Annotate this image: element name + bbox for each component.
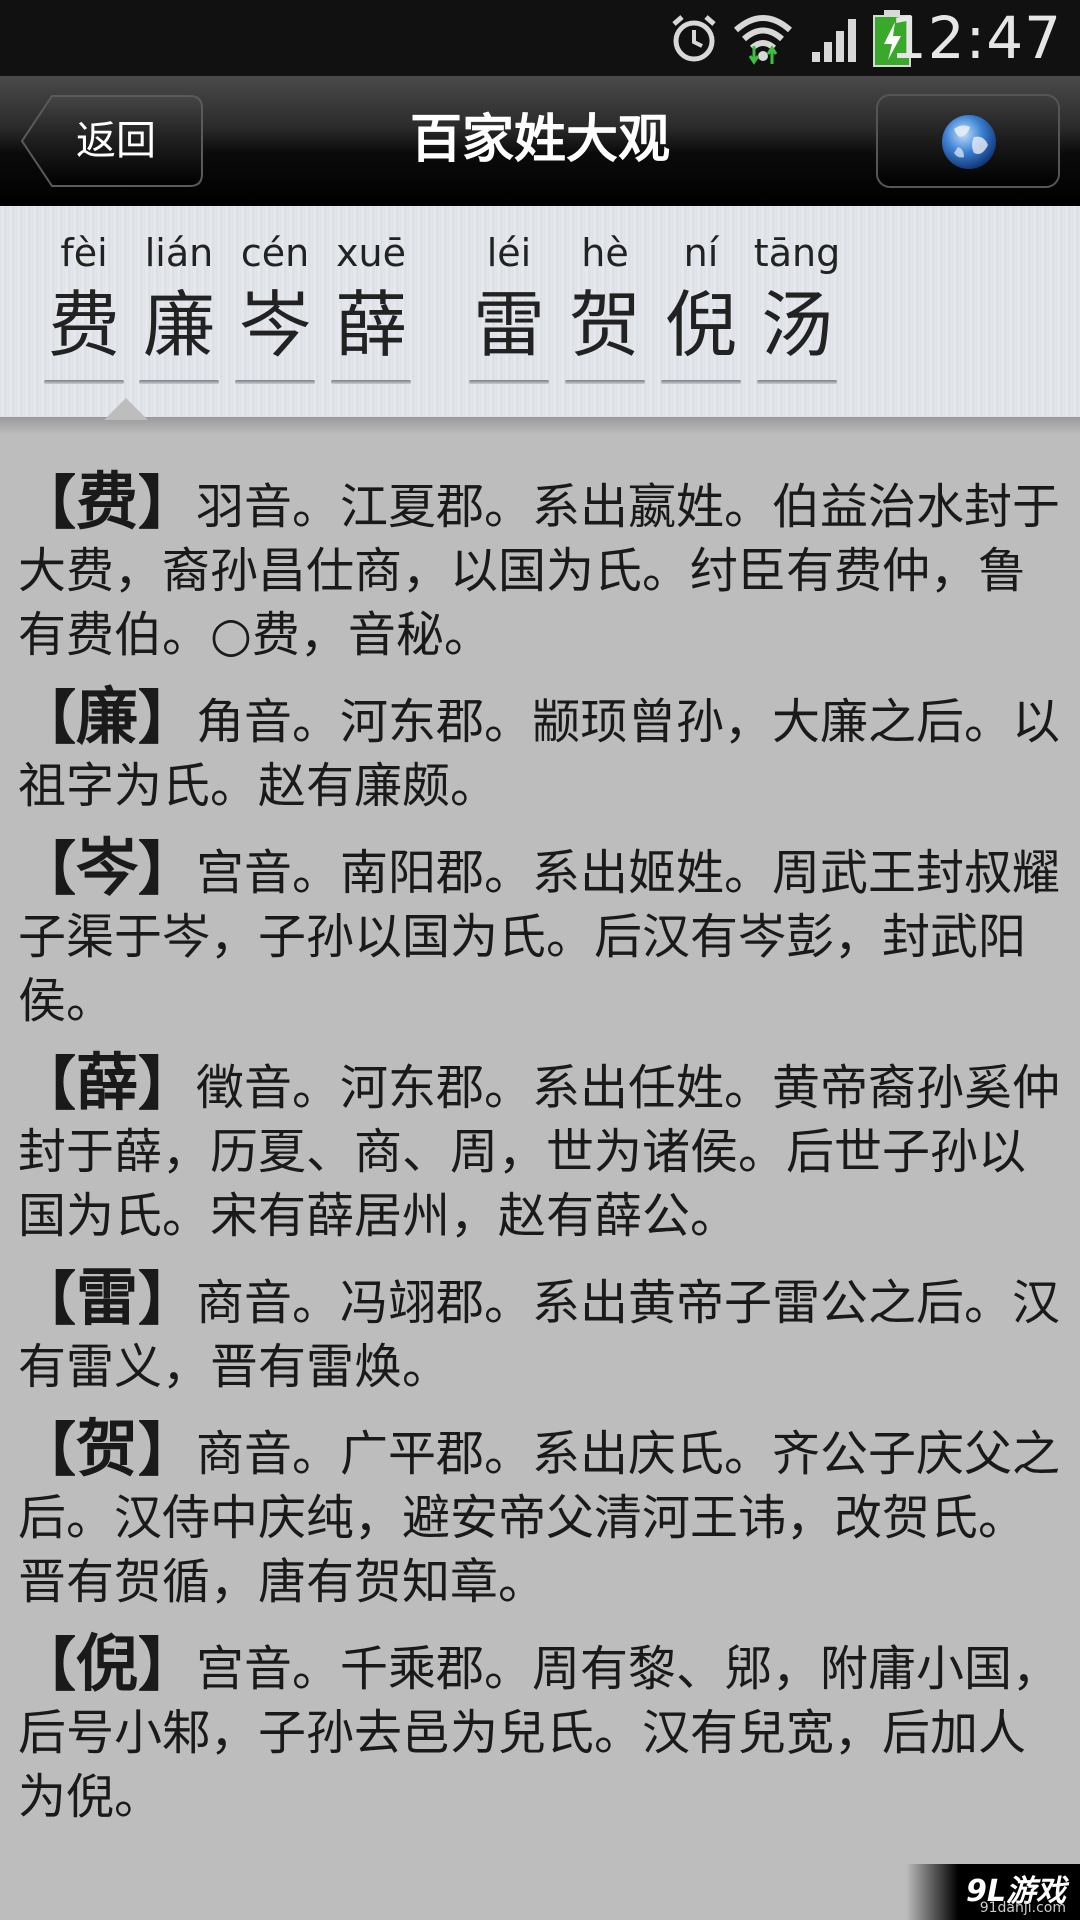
underline (661, 380, 741, 384)
entry-head: 【费】 (18, 465, 197, 538)
entry-head: 【倪】 (18, 1627, 197, 1700)
globe-button[interactable] (876, 94, 1060, 188)
hanzi: 岑 (238, 283, 311, 367)
header-char-2[interactable]: lián 廉 (135, 230, 223, 384)
header-char-8[interactable]: tāng 汤 (753, 230, 841, 384)
hanzi: 薛 (334, 283, 407, 367)
watermark: 9L游戏 91danji.com (906, 1864, 1080, 1920)
entry-lei: 【雷】商音。冯翊郡。系出黄帝子雷公之后。汉有雷义，晋有雷焕。 (18, 1266, 1062, 1399)
underline (757, 380, 837, 384)
wifi-icon (734, 15, 792, 65)
header-char-7[interactable]: ní 倪 (657, 230, 745, 384)
underline (139, 380, 219, 384)
entry-fei: 【费】羽音。江夏郡。系出嬴姓。伯益治水封于大费，裔孙昌仕商，以国为氏。纣臣有费仲… (18, 470, 1062, 667)
globe-icon (942, 115, 996, 169)
status-bar: 12:47 (0, 0, 1080, 76)
entry-head: 【贺】 (18, 1412, 197, 1485)
selection-pointer (104, 398, 148, 420)
header-char-6[interactable]: hè 贺 (561, 230, 649, 384)
pinyin: lián (144, 231, 214, 275)
status-time: 12:47 (889, 4, 1062, 72)
underline (565, 380, 645, 384)
entry-cen: 【岑】宫音。南阳郡。系出姬姓。周武王封叔耀子渠于岑，子孙以国为氏。后汉有岑彭，封… (18, 836, 1062, 1033)
hanzi: 费 (47, 283, 120, 367)
hanzi: 汤 (760, 283, 833, 367)
entry-ni: 【倪】宫音。千乘郡。周有黎、郳，附庸小国，后号小邾，子孙去邑为兒氏。汉有兒宽，后… (18, 1632, 1062, 1829)
entry-head: 【薛】 (18, 1046, 197, 1119)
alarm-icon (672, 15, 716, 62)
header-char-3[interactable]: cén 岑 (231, 230, 319, 384)
entry-xue: 【薛】徵音。河东郡。系出任姓。黄帝裔孙奚仲封于薛，历夏、商、周，世为诸侯。后世子… (18, 1051, 1062, 1248)
hanzi: 雷 (472, 283, 545, 367)
entry-lian: 【廉】角音。河东郡。颛顼曾孙，大廉之后。以祖字为氏。赵有廉颇。 (18, 685, 1062, 818)
header-char-1[interactable]: fèi 费 (40, 230, 128, 384)
entry-head: 【雷】 (18, 1261, 197, 1334)
entry-head: 【廉】 (18, 680, 197, 753)
pinyin: xuē (336, 231, 406, 275)
header-shadow (0, 417, 1080, 435)
header-char-4[interactable]: xuē 薛 (327, 230, 415, 384)
pinyin: tāng (753, 231, 841, 275)
entry-head: 【岑】 (18, 831, 197, 904)
header-char-5[interactable]: léi 雷 (465, 230, 553, 384)
underline (235, 380, 315, 384)
underline (331, 380, 411, 384)
pinyin: hè (581, 231, 629, 275)
watermark-url: 91danji.com (979, 1900, 1066, 1916)
underline (44, 380, 124, 384)
hanzi: 贺 (568, 283, 641, 367)
pinyin: léi (486, 231, 532, 275)
pinyin: cén (240, 231, 310, 275)
signal-icon (812, 19, 856, 62)
pinyin: fèi (60, 231, 108, 275)
underline (469, 380, 549, 384)
surname-descriptions: 【费】羽音。江夏郡。系出嬴姓。伯益治水封于大费，裔孙昌仕商，以国为氏。纣臣有费仲… (18, 470, 1062, 1847)
hanzi: 廉 (142, 283, 215, 367)
hanzi: 倪 (664, 283, 737, 367)
title-bar: 返回 百家姓大观 (0, 76, 1080, 206)
entry-he: 【贺】商音。广平郡。系出庆氏。齐公子庆父之后。汉侍中庆纯，避安帝父清河王讳，改贺… (18, 1417, 1062, 1614)
surname-header: fèi 费 lián 廉 cén 岑 xuē 薛 léi 雷 hè 贺 ní 倪… (0, 206, 1080, 421)
pinyin: ní (683, 231, 719, 275)
